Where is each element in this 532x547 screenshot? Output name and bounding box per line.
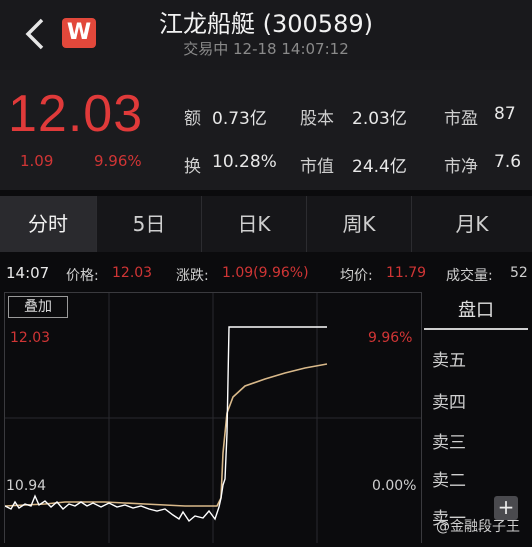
- info-volume-value: 52: [510, 265, 528, 281]
- tab-daily-k[interactable]: 日K: [202, 196, 307, 252]
- info-volume-label: 成交量:: [446, 268, 493, 284]
- sell-3-label: 卖三: [432, 433, 466, 453]
- stat-label-pb: 市净: [444, 157, 478, 177]
- current-price: 12.03: [8, 85, 144, 143]
- stat-value-turnover: 10.28%: [212, 152, 277, 172]
- stock-title: 江龙船艇 (300589): [159, 10, 373, 38]
- sell-5-label: 卖五: [432, 351, 466, 371]
- stat-label-amount: 额: [184, 109, 201, 129]
- info-change-value: 1.09(9.96%): [222, 265, 309, 281]
- price-change-pct: 9.96%: [94, 152, 142, 170]
- sell-4-label: 卖四: [432, 393, 466, 413]
- stat-value-pb: 7.6: [494, 152, 522, 172]
- info-avg-value: 11.79: [386, 265, 427, 281]
- sell-2-label: 卖二: [432, 471, 466, 491]
- intraday-chart-svg: [4, 293, 421, 543]
- tab-monthly-k[interactable]: 月K: [412, 196, 532, 252]
- info-row: 14:07 价格: 12.03 涨跌: 1.09(9.96%) 均价: 11.7…: [0, 260, 532, 288]
- chart-high-price: 12.03: [10, 330, 51, 346]
- trade-status: 交易中 12-18 14:07:12: [183, 40, 349, 58]
- overlay-button[interactable]: 叠加: [8, 296, 68, 318]
- stat-value-pe: 87: [494, 104, 516, 124]
- price-change: 1.09: [20, 152, 54, 170]
- chart-low-pct: 0.00%: [372, 478, 417, 494]
- info-price-label: 价格:: [66, 268, 99, 284]
- stat-label-turnover: 换: [184, 157, 201, 177]
- chart-high-pct: 9.96%: [368, 330, 413, 346]
- info-change-label: 涨跌:: [176, 268, 209, 284]
- stat-label-shares: 股本: [300, 109, 334, 129]
- intraday-chart[interactable]: [4, 292, 422, 543]
- avg-price-line: [4, 363, 328, 507]
- tab-weekly-k[interactable]: 周K: [307, 196, 412, 252]
- tab-5day[interactable]: 5日: [97, 196, 202, 252]
- watermark: @金融段子王: [436, 519, 520, 535]
- info-avg-label: 均价:: [340, 268, 373, 284]
- order-book-title[interactable]: 盘口: [424, 296, 528, 330]
- chart-low-price: 10.94: [6, 478, 47, 494]
- stat-value-marketcap: 24.4亿: [352, 157, 407, 177]
- info-price-value: 12.03: [112, 265, 153, 281]
- stat-label-marketcap: 市值: [300, 157, 334, 177]
- price-line: [4, 326, 327, 523]
- tab-intraday[interactable]: 分时: [0, 196, 97, 252]
- info-time: 14:07: [6, 264, 50, 282]
- stat-value-amount: 0.73亿: [212, 109, 267, 129]
- stat-value-shares: 2.03亿: [352, 109, 407, 129]
- stat-label-pe: 市盈: [444, 109, 478, 129]
